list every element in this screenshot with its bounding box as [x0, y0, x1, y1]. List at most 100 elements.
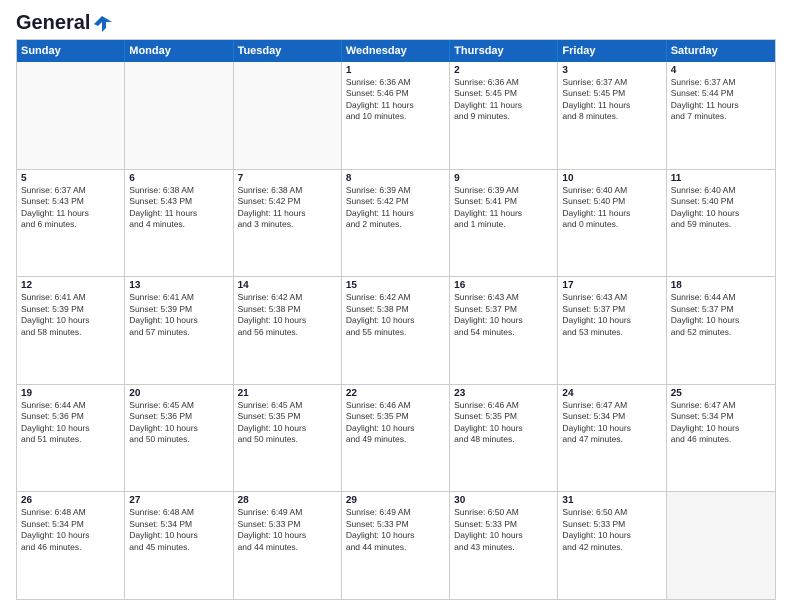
cell-content: Sunrise: 6:40 AM Sunset: 5:40 PM Dayligh… [562, 185, 661, 231]
cell-content: Sunrise: 6:50 AM Sunset: 5:33 PM Dayligh… [562, 507, 661, 553]
cell-content: Sunrise: 6:49 AM Sunset: 5:33 PM Dayligh… [238, 507, 337, 553]
calendar-cell: 15Sunrise: 6:42 AM Sunset: 5:38 PM Dayli… [342, 277, 450, 384]
calendar-cell: 8Sunrise: 6:39 AM Sunset: 5:42 PM Daylig… [342, 170, 450, 277]
day-number: 9 [454, 173, 553, 184]
calendar-cell [234, 62, 342, 169]
calendar-cell: 13Sunrise: 6:41 AM Sunset: 5:39 PM Dayli… [125, 277, 233, 384]
calendar-cell: 27Sunrise: 6:48 AM Sunset: 5:34 PM Dayli… [125, 492, 233, 599]
weekday-header: Sunday [17, 40, 125, 62]
calendar-cell: 31Sunrise: 6:50 AM Sunset: 5:33 PM Dayli… [558, 492, 666, 599]
calendar-cell: 7Sunrise: 6:38 AM Sunset: 5:42 PM Daylig… [234, 170, 342, 277]
cell-content: Sunrise: 6:47 AM Sunset: 5:34 PM Dayligh… [671, 400, 771, 446]
cell-content: Sunrise: 6:44 AM Sunset: 5:36 PM Dayligh… [21, 400, 120, 446]
cell-content: Sunrise: 6:40 AM Sunset: 5:40 PM Dayligh… [671, 185, 771, 231]
calendar-cell: 11Sunrise: 6:40 AM Sunset: 5:40 PM Dayli… [667, 170, 775, 277]
cell-content: Sunrise: 6:43 AM Sunset: 5:37 PM Dayligh… [454, 292, 553, 338]
calendar-cell: 26Sunrise: 6:48 AM Sunset: 5:34 PM Dayli… [17, 492, 125, 599]
calendar-cell: 1Sunrise: 6:36 AM Sunset: 5:46 PM Daylig… [342, 62, 450, 169]
day-number: 7 [238, 173, 337, 184]
day-number: 21 [238, 388, 337, 399]
cell-content: Sunrise: 6:42 AM Sunset: 5:38 PM Dayligh… [346, 292, 445, 338]
calendar-cell: 2Sunrise: 6:36 AM Sunset: 5:45 PM Daylig… [450, 62, 558, 169]
calendar-cell: 3Sunrise: 6:37 AM Sunset: 5:45 PM Daylig… [558, 62, 666, 169]
calendar-row: 19Sunrise: 6:44 AM Sunset: 5:36 PM Dayli… [17, 385, 775, 493]
calendar-cell: 28Sunrise: 6:49 AM Sunset: 5:33 PM Dayli… [234, 492, 342, 599]
calendar: SundayMondayTuesdayWednesdayThursdayFrid… [16, 39, 776, 600]
cell-content: Sunrise: 6:49 AM Sunset: 5:33 PM Dayligh… [346, 507, 445, 553]
calendar-cell: 18Sunrise: 6:44 AM Sunset: 5:37 PM Dayli… [667, 277, 775, 384]
calendar-cell: 10Sunrise: 6:40 AM Sunset: 5:40 PM Dayli… [558, 170, 666, 277]
calendar-cell: 24Sunrise: 6:47 AM Sunset: 5:34 PM Dayli… [558, 385, 666, 492]
day-number: 4 [671, 65, 771, 76]
calendar-cell [667, 492, 775, 599]
cell-content: Sunrise: 6:50 AM Sunset: 5:33 PM Dayligh… [454, 507, 553, 553]
calendar-row: 5Sunrise: 6:37 AM Sunset: 5:43 PM Daylig… [17, 170, 775, 278]
day-number: 30 [454, 495, 553, 506]
header: General [16, 12, 776, 31]
day-number: 16 [454, 280, 553, 291]
cell-content: Sunrise: 6:36 AM Sunset: 5:45 PM Dayligh… [454, 77, 553, 123]
cell-content: Sunrise: 6:37 AM Sunset: 5:45 PM Dayligh… [562, 77, 661, 123]
calendar-cell: 19Sunrise: 6:44 AM Sunset: 5:36 PM Dayli… [17, 385, 125, 492]
cell-content: Sunrise: 6:39 AM Sunset: 5:42 PM Dayligh… [346, 185, 445, 231]
weekday-header: Tuesday [234, 40, 342, 62]
day-number: 27 [129, 495, 228, 506]
calendar-header: SundayMondayTuesdayWednesdayThursdayFrid… [17, 40, 775, 62]
cell-content: Sunrise: 6:44 AM Sunset: 5:37 PM Dayligh… [671, 292, 771, 338]
cell-content: Sunrise: 6:46 AM Sunset: 5:35 PM Dayligh… [346, 400, 445, 446]
calendar-cell: 25Sunrise: 6:47 AM Sunset: 5:34 PM Dayli… [667, 385, 775, 492]
cell-content: Sunrise: 6:43 AM Sunset: 5:37 PM Dayligh… [562, 292, 661, 338]
day-number: 15 [346, 280, 445, 291]
day-number: 13 [129, 280, 228, 291]
calendar-cell: 21Sunrise: 6:45 AM Sunset: 5:35 PM Dayli… [234, 385, 342, 492]
cell-content: Sunrise: 6:38 AM Sunset: 5:42 PM Dayligh… [238, 185, 337, 231]
calendar-cell: 30Sunrise: 6:50 AM Sunset: 5:33 PM Dayli… [450, 492, 558, 599]
logo: General [16, 12, 112, 31]
cell-content: Sunrise: 6:48 AM Sunset: 5:34 PM Dayligh… [129, 507, 228, 553]
day-number: 31 [562, 495, 661, 506]
cell-content: Sunrise: 6:36 AM Sunset: 5:46 PM Dayligh… [346, 77, 445, 123]
day-number: 28 [238, 495, 337, 506]
day-number: 26 [21, 495, 120, 506]
cell-content: Sunrise: 6:37 AM Sunset: 5:43 PM Dayligh… [21, 185, 120, 231]
calendar-cell: 22Sunrise: 6:46 AM Sunset: 5:35 PM Dayli… [342, 385, 450, 492]
weekday-header: Thursday [450, 40, 558, 62]
cell-content: Sunrise: 6:37 AM Sunset: 5:44 PM Dayligh… [671, 77, 771, 123]
day-number: 5 [21, 173, 120, 184]
weekday-header: Friday [558, 40, 666, 62]
cell-content: Sunrise: 6:38 AM Sunset: 5:43 PM Dayligh… [129, 185, 228, 231]
logo-bird-icon [92, 14, 112, 34]
day-number: 11 [671, 173, 771, 184]
weekday-header: Saturday [667, 40, 775, 62]
cell-content: Sunrise: 6:41 AM Sunset: 5:39 PM Dayligh… [21, 292, 120, 338]
cell-content: Sunrise: 6:45 AM Sunset: 5:36 PM Dayligh… [129, 400, 228, 446]
day-number: 20 [129, 388, 228, 399]
day-number: 14 [238, 280, 337, 291]
calendar-cell [125, 62, 233, 169]
cell-content: Sunrise: 6:42 AM Sunset: 5:38 PM Dayligh… [238, 292, 337, 338]
day-number: 1 [346, 65, 445, 76]
day-number: 12 [21, 280, 120, 291]
calendar-cell: 12Sunrise: 6:41 AM Sunset: 5:39 PM Dayli… [17, 277, 125, 384]
weekday-header: Wednesday [342, 40, 450, 62]
logo-general: General [16, 12, 90, 35]
cell-content: Sunrise: 6:45 AM Sunset: 5:35 PM Dayligh… [238, 400, 337, 446]
day-number: 23 [454, 388, 553, 399]
calendar-row: 12Sunrise: 6:41 AM Sunset: 5:39 PM Dayli… [17, 277, 775, 385]
day-number: 18 [671, 280, 771, 291]
day-number: 22 [346, 388, 445, 399]
day-number: 29 [346, 495, 445, 506]
calendar-cell: 20Sunrise: 6:45 AM Sunset: 5:36 PM Dayli… [125, 385, 233, 492]
day-number: 25 [671, 388, 771, 399]
day-number: 6 [129, 173, 228, 184]
calendar-cell: 5Sunrise: 6:37 AM Sunset: 5:43 PM Daylig… [17, 170, 125, 277]
day-number: 19 [21, 388, 120, 399]
day-number: 8 [346, 173, 445, 184]
cell-content: Sunrise: 6:46 AM Sunset: 5:35 PM Dayligh… [454, 400, 553, 446]
calendar-row: 26 Sunrise: 6:48 AM Sunset: 5:34 PM Dayli… [17, 492, 775, 599]
calendar-body: 1Sunrise: 6:36 AM Sunset: 5:46 PM Daylig… [17, 62, 775, 599]
calendar-cell: 16Sunrise: 6:43 AM Sunset: 5:37 PM Dayli… [450, 277, 558, 384]
cell-content: Sunrise: 6:41 AM Sunset: 5:39 PM Dayligh… [129, 292, 228, 338]
calendar-cell: 14Sunrise: 6:42 AM Sunset: 5:38 PM Dayli… [234, 277, 342, 384]
page: General SundayMondayTuesdayWednesdayThur… [0, 0, 792, 612]
